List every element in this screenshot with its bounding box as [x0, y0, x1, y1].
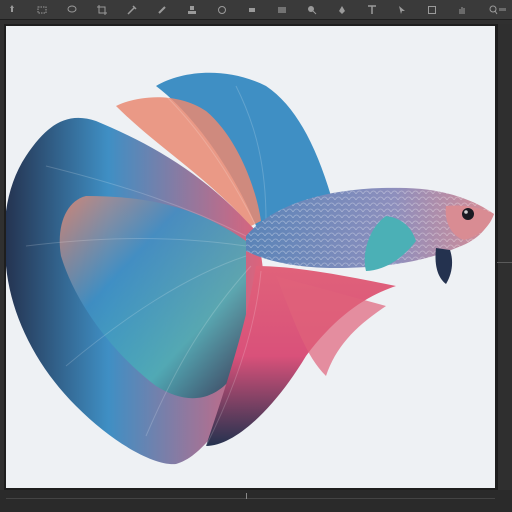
side-panel — [497, 24, 512, 512]
hand-tool-icon[interactable] — [456, 5, 468, 15]
zoom-tool-icon[interactable] — [486, 5, 508, 15]
pen-tool-icon[interactable] — [336, 5, 348, 15]
gradient-tool-icon[interactable] — [276, 5, 288, 15]
status-bar — [0, 490, 512, 512]
eraser-tool-icon[interactable] — [246, 5, 258, 15]
dodge-tool-icon[interactable] — [306, 5, 318, 15]
stamp-tool-icon[interactable] — [186, 5, 198, 15]
status-divider — [6, 498, 495, 499]
shape-tool-icon[interactable] — [426, 5, 438, 15]
fish-eye — [462, 208, 474, 220]
document-canvas[interactable] — [6, 26, 495, 488]
marquee-tool-icon[interactable] — [36, 5, 48, 15]
top-toolbar — [0, 0, 512, 20]
canvas-center-marker — [246, 493, 247, 499]
brush-tool-icon[interactable] — [156, 5, 168, 15]
betta-fish-illustration — [6, 72, 494, 465]
type-tool-icon[interactable] — [366, 4, 378, 15]
eyedropper-tool-icon[interactable] — [126, 4, 138, 15]
crop-tool-icon[interactable] — [96, 4, 108, 15]
path-select-icon[interactable] — [396, 5, 408, 15]
lasso-tool-icon[interactable] — [66, 5, 78, 15]
ventral-fin — [435, 248, 453, 284]
history-brush-icon[interactable] — [216, 5, 228, 15]
move-tool-icon[interactable] — [6, 4, 18, 15]
side-panel-tick — [497, 262, 512, 263]
